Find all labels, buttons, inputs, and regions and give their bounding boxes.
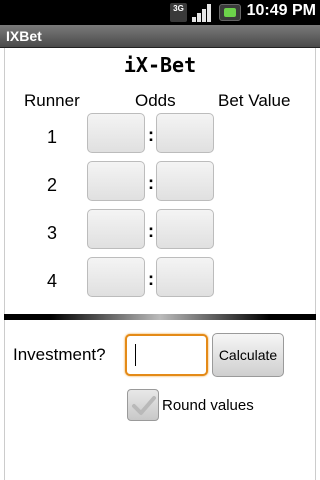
odds-separator: :	[148, 221, 154, 241]
odds-numerator-input-4[interactable]	[87, 257, 145, 297]
title-bar: IXBet	[0, 25, 320, 48]
odds-denominator-input-4[interactable]	[156, 257, 214, 297]
runner-number-4: 4	[46, 271, 57, 291]
runner-number-1: 1	[46, 127, 57, 147]
odds-denominator-input-2[interactable]	[156, 161, 214, 201]
network-3g-icon: 3G	[170, 3, 187, 22]
investment-label: Investment?	[13, 345, 106, 364]
odds-numerator-input-2[interactable]	[87, 161, 145, 201]
investment-input[interactable]	[125, 334, 208, 376]
status-bar: 3G 10:49 PM	[0, 0, 320, 25]
odds-numerator-input-1[interactable]	[87, 113, 145, 153]
network-type-label: 3G	[173, 4, 184, 13]
runner-number-2: 2	[46, 175, 57, 195]
odds-denominator-input-3[interactable]	[156, 209, 214, 249]
odds-separator: :	[148, 269, 154, 289]
window-title: IXBet	[6, 28, 42, 44]
round-values-checkbox[interactable]	[127, 389, 159, 421]
signal-strength-icon	[192, 3, 214, 22]
round-values-label: Round values	[162, 397, 254, 414]
text-cursor	[135, 344, 136, 366]
odds-separator: :	[148, 125, 154, 145]
checkmark-icon	[132, 396, 156, 415]
odds-numerator-input-3[interactable]	[87, 209, 145, 249]
odds-denominator-input-1[interactable]	[156, 113, 214, 153]
section-divider	[4, 314, 316, 320]
calculate-button[interactable]: Calculate	[212, 333, 284, 377]
battery-charging-icon	[219, 4, 241, 21]
runner-number-3: 3	[46, 223, 57, 243]
runner-column-header: Runner	[24, 91, 80, 110]
odds-separator: :	[148, 173, 154, 193]
status-time: 10:49 PM	[246, 2, 316, 19]
app-heading: iX-Bet	[123, 53, 197, 77]
odds-column-header: Odds	[135, 91, 176, 110]
bet-value-column-header: Bet Value	[218, 91, 291, 110]
